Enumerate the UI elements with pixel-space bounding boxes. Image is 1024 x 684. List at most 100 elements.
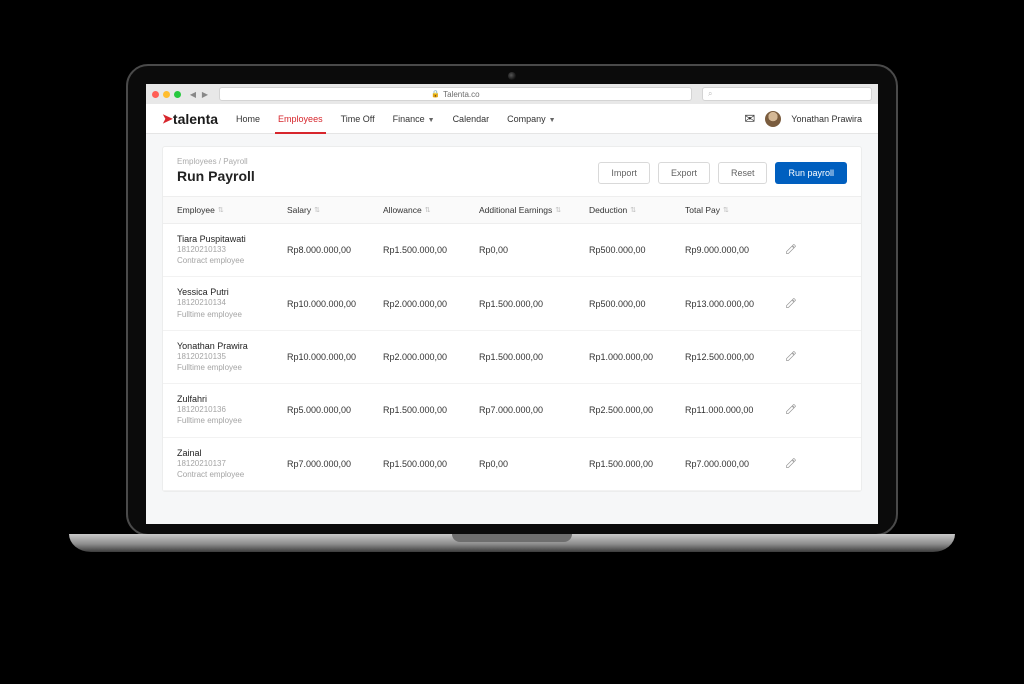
cell-salary: Rp10.000.000,00 <box>287 299 383 309</box>
cell-allowance: Rp1.500.000,00 <box>383 405 479 415</box>
nav-item-company[interactable]: Company▼ <box>507 105 555 133</box>
col-total[interactable]: Total Pay⇅ <box>685 205 785 215</box>
user-name: Yonathan Prawira <box>791 114 862 124</box>
nav-item-finance[interactable]: Finance▼ <box>393 105 435 133</box>
col-employee[interactable]: Employee⇅ <box>177 205 287 215</box>
camera-dot <box>508 72 516 80</box>
maximize-icon[interactable] <box>174 91 181 98</box>
cell-salary: Rp7.000.000,00 <box>287 459 383 469</box>
cell-employee: Yonathan Prawira18120210135Fulltime empl… <box>177 341 287 373</box>
browser-chrome: ◀ ▶ 🔒 Talenta.co ⌕ <box>146 84 878 104</box>
cell-employee: Zulfahri18120210136Fulltime employee <box>177 394 287 426</box>
reset-button[interactable]: Reset <box>718 162 768 184</box>
search-icon: ⌕ <box>708 89 712 99</box>
employee-name: Tiara Puspitawati <box>177 234 287 244</box>
cell-additional: Rp1.500.000,00 <box>479 299 589 309</box>
employee-name: Yonathan Prawira <box>177 341 287 351</box>
table-row: Yessica Putri18120210134Fulltime employe… <box>163 277 861 330</box>
cell-allowance: Rp1.500.000,00 <box>383 459 479 469</box>
table-row: Zulfahri18120210136Fulltime employeeRp5.… <box>163 384 861 437</box>
col-salary[interactable]: Salary⇅ <box>287 205 383 215</box>
logo-icon: ➤ <box>162 111 173 127</box>
chevron-down-icon: ▼ <box>428 117 435 124</box>
mail-icon[interactable]: ✉ <box>744 111 755 127</box>
edit-button[interactable] <box>785 297 813 311</box>
app-logo[interactable]: ➤ talenta <box>162 111 218 127</box>
logo-text: talenta <box>173 111 218 127</box>
nav-item-time-off[interactable]: Time Off <box>341 105 375 133</box>
page-body: Employees / Payroll Run Payroll Import E… <box>146 134 878 524</box>
employee-name: Yessica Putri <box>177 287 287 297</box>
cell-allowance: Rp1.500.000,00 <box>383 245 479 255</box>
col-deduction[interactable]: Deduction⇅ <box>589 205 685 215</box>
nav-item-home[interactable]: Home <box>236 105 260 133</box>
import-button[interactable]: Import <box>598 162 650 184</box>
employee-id: 18120210134 <box>177 297 287 308</box>
laptop-base <box>69 534 955 552</box>
card-header: Employees / Payroll Run Payroll Import E… <box>163 147 861 197</box>
cell-deduction: Rp1.000.000,00 <box>589 352 685 362</box>
table-row: Yonathan Prawira18120210135Fulltime empl… <box>163 331 861 384</box>
sort-icon: ⇅ <box>314 206 319 214</box>
edit-button[interactable] <box>785 350 813 364</box>
cell-employee: Yessica Putri18120210134Fulltime employe… <box>177 287 287 319</box>
avatar[interactable] <box>765 111 781 127</box>
cell-allowance: Rp2.000.000,00 <box>383 352 479 362</box>
chevron-down-icon: ▼ <box>549 117 556 124</box>
export-button[interactable]: Export <box>658 162 710 184</box>
cell-total: Rp13.000.000,00 <box>685 299 785 309</box>
employee-id: 18120210133 <box>177 244 287 255</box>
address-bar[interactable]: 🔒 Talenta.co <box>219 87 692 101</box>
cell-additional: Rp1.500.000,00 <box>479 352 589 362</box>
close-icon[interactable] <box>152 91 159 98</box>
cell-salary: Rp5.000.000,00 <box>287 405 383 415</box>
sort-icon: ⇅ <box>425 206 430 214</box>
minimize-icon[interactable] <box>163 91 170 98</box>
cell-additional: Rp7.000.000,00 <box>479 405 589 415</box>
cell-employee: Zainal18120210137Contract employee <box>177 448 287 480</box>
cell-deduction: Rp500.000,00 <box>589 299 685 309</box>
laptop-notch <box>452 534 572 542</box>
cell-total: Rp12.500.000,00 <box>685 352 785 362</box>
sort-icon: ⇅ <box>723 206 728 214</box>
cell-allowance: Rp2.000.000,00 <box>383 299 479 309</box>
cell-additional: Rp0,00 <box>479 459 589 469</box>
screen: ◀ ▶ 🔒 Talenta.co ⌕ ➤ talenta Home Employe… <box>146 84 878 524</box>
app-header: ➤ talenta Home Employees Time Off Finance▼ C… <box>146 104 878 134</box>
col-additional[interactable]: Additional Earnings⇅ <box>479 205 589 215</box>
table-row: Zainal18120210137Contract employeeRp7.00… <box>163 438 861 491</box>
sort-icon: ⇅ <box>630 206 635 214</box>
employee-name: Zulfahri <box>177 394 287 404</box>
cell-salary: Rp10.000.000,00 <box>287 352 383 362</box>
employee-type: Contract employee <box>177 255 287 266</box>
cell-additional: Rp0,00 <box>479 245 589 255</box>
url-text: Talenta.co <box>443 90 479 99</box>
table-header: Employee⇅ Salary⇅ Allowance⇅ Additional … <box>163 197 861 224</box>
forward-button[interactable]: ▶ <box>201 90 209 99</box>
browser-search[interactable]: ⌕ <box>702 87 872 101</box>
nav-item-employees[interactable]: Employees <box>278 105 323 133</box>
employee-name: Zainal <box>177 448 287 458</box>
cell-total: Rp9.000.000,00 <box>685 245 785 255</box>
sort-icon: ⇅ <box>555 206 560 214</box>
cell-employee: Tiara Puspitawati18120210133Contract emp… <box>177 234 287 266</box>
employee-id: 18120210137 <box>177 458 287 469</box>
cell-deduction: Rp2.500.000,00 <box>589 405 685 415</box>
employee-type: Contract employee <box>177 469 287 480</box>
back-button[interactable]: ◀ <box>189 90 197 99</box>
col-allowance[interactable]: Allowance⇅ <box>383 205 479 215</box>
breadcrumb: Employees / Payroll <box>177 157 255 166</box>
employee-id: 18120210135 <box>177 351 287 362</box>
employee-type: Fulltime employee <box>177 309 287 320</box>
edit-button[interactable] <box>785 243 813 257</box>
edit-button[interactable] <box>785 457 813 471</box>
laptop-frame: ◀ ▶ 🔒 Talenta.co ⌕ ➤ talenta Home Employe… <box>126 64 898 536</box>
cell-total: Rp11.000.000,00 <box>685 405 785 415</box>
window-controls <box>152 91 181 98</box>
cell-salary: Rp8.000.000,00 <box>287 245 383 255</box>
table-row: Tiara Puspitawati18120210133Contract emp… <box>163 224 861 277</box>
nav-item-calendar[interactable]: Calendar <box>453 105 490 133</box>
edit-button[interactable] <box>785 403 813 417</box>
employee-type: Fulltime employee <box>177 362 287 373</box>
run-payroll-button[interactable]: Run payroll <box>775 162 847 184</box>
